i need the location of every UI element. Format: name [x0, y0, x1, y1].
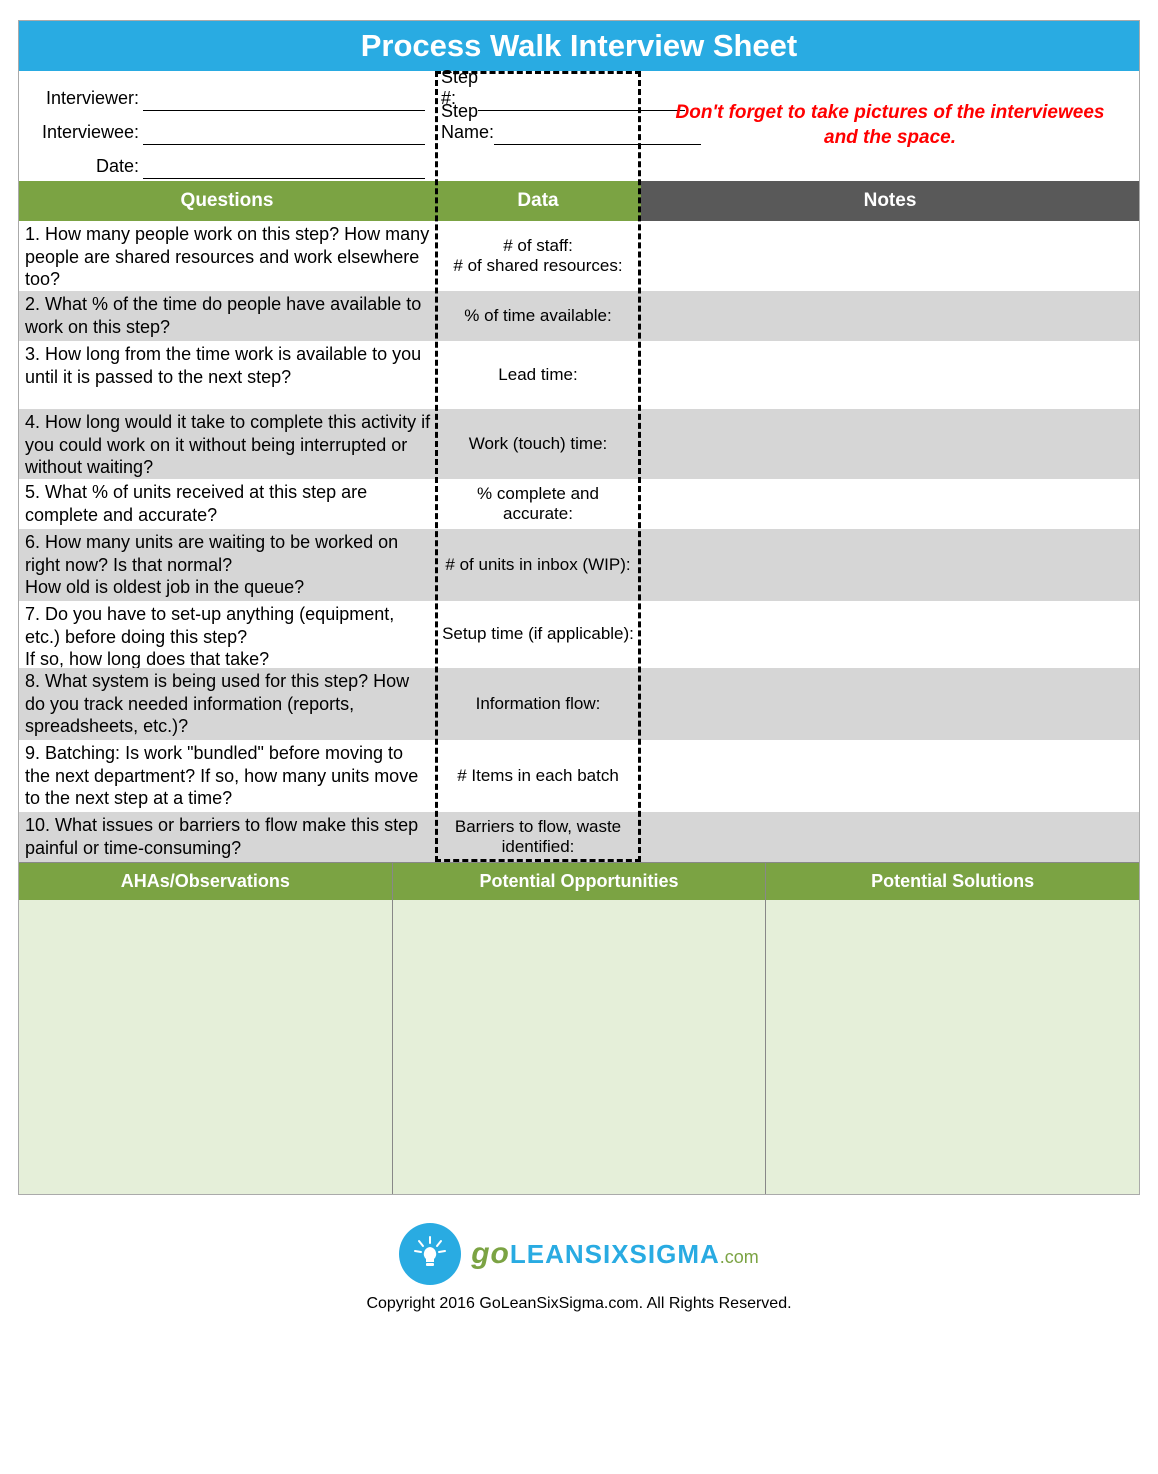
interview-sheet: Process Walk Interview Sheet Interviewer…: [18, 20, 1140, 1195]
notes-cell[interactable]: [641, 740, 1139, 812]
notes-cell[interactable]: [641, 601, 1139, 668]
data-label: # of units in inbox (WIP):: [435, 529, 641, 601]
question-text: 7. Do you have to set-up anything (equip…: [19, 601, 435, 668]
notes-cell[interactable]: [641, 812, 1139, 862]
notes-cell[interactable]: [641, 291, 1139, 341]
interviewee-label: Interviewee:: [19, 122, 143, 145]
step-name-field: Step Name:: [435, 111, 641, 145]
copyright-text: Copyright 2016 GoLeanSixSigma.com. All R…: [18, 1295, 1140, 1313]
logo: goLEANSIXSIGMA.com: [399, 1223, 759, 1285]
notes-cell[interactable]: [641, 668, 1139, 740]
data-label: Barriers to flow, waste identified:: [435, 812, 641, 862]
question-row-1: 1. How many people work on this step? Ho…: [19, 221, 1139, 291]
question-row-3: 3. How long from the time work is availa…: [19, 341, 1139, 409]
interviewer-label: Interviewer:: [19, 88, 143, 111]
question-text: 10. What issues or barriers to flow make…: [19, 812, 435, 862]
ahas-header: AHAs/Observations: [19, 863, 392, 900]
notes-cell[interactable]: [641, 341, 1139, 409]
data-label: % complete and accurate:: [435, 479, 641, 529]
logo-com: .com: [720, 1247, 759, 1267]
opportunities-column: Potential Opportunities: [392, 863, 766, 1194]
data-label: Information flow:: [435, 668, 641, 740]
date-label: Date:: [19, 156, 143, 179]
meta-row: Interviewer: Interviewee: Date: Step #:: [19, 71, 1139, 181]
lightbulb-icon: [399, 1223, 461, 1285]
header-data: Data: [435, 181, 641, 221]
date-field: Date:: [19, 145, 435, 179]
solutions-body[interactable]: [766, 900, 1139, 1194]
observations-panel: AHAs/Observations Potential Opportunitie…: [19, 862, 1139, 1194]
data-label: Setup time (if applicable):: [435, 601, 641, 668]
question-row-4: 4. How long would it take to complete th…: [19, 409, 1139, 479]
header-notes: Notes: [641, 181, 1139, 221]
question-text: 4. How long would it take to complete th…: [19, 409, 435, 479]
content-wrap: Interviewer: Interviewee: Date: Step #:: [19, 71, 1139, 862]
meta-reminder: Don't forget to take pictures of the int…: [641, 71, 1139, 181]
question-text: 5. What % of units received at this step…: [19, 479, 435, 529]
question-text: 9. Batching: Is work "bundled" before mo…: [19, 740, 435, 812]
question-text: 3. How long from the time work is availa…: [19, 341, 435, 409]
ahas-body[interactable]: [19, 900, 392, 1194]
solutions-column: Potential Solutions: [765, 863, 1139, 1194]
question-row-2: 2. What % of the time do people have ava…: [19, 291, 1139, 341]
data-label: % of time available:: [435, 291, 641, 341]
interviewer-input[interactable]: [143, 90, 425, 111]
date-input[interactable]: [143, 158, 425, 179]
page-title: Process Walk Interview Sheet: [19, 21, 1139, 71]
interviewee-field: Interviewee:: [19, 111, 435, 145]
logo-text: goLEANSIXSIGMA.com: [471, 1237, 759, 1271]
question-row-7: 7. Do you have to set-up anything (equip…: [19, 601, 1139, 668]
interviewee-input[interactable]: [143, 124, 425, 145]
question-row-8: 8. What system is being used for this st…: [19, 668, 1139, 740]
opportunities-body[interactable]: [393, 900, 766, 1194]
logo-lean: LEANSIXSIGMA: [510, 1239, 720, 1269]
question-text: 8. What system is being used for this st…: [19, 668, 435, 740]
question-text: 1. How many people work on this step? Ho…: [19, 221, 435, 291]
data-label: Lead time:: [435, 341, 641, 409]
header-questions: Questions: [19, 181, 435, 221]
data-label: # Items in each batch: [435, 740, 641, 812]
interviewer-field: Interviewer:: [19, 77, 435, 111]
notes-cell[interactable]: [641, 479, 1139, 529]
data-label: Work (touch) time:: [435, 409, 641, 479]
logo-go: go: [471, 1237, 510, 1270]
question-row-6: 6. How many units are waiting to be work…: [19, 529, 1139, 601]
question-row-9: 9. Batching: Is work "bundled" before mo…: [19, 740, 1139, 812]
footer: goLEANSIXSIGMA.com Copyright 2016 GoLean…: [18, 1223, 1140, 1313]
notes-cell[interactable]: [641, 529, 1139, 601]
data-label: # of staff:# of shared resources:: [435, 221, 641, 291]
column-headers: Questions Data Notes: [19, 181, 1139, 221]
notes-cell[interactable]: [641, 409, 1139, 479]
ahas-column: AHAs/Observations: [19, 863, 392, 1194]
opportunities-header: Potential Opportunities: [393, 863, 766, 900]
question-text: 2. What % of the time do people have ava…: [19, 291, 435, 341]
notes-cell[interactable]: [641, 221, 1139, 291]
question-row-5: 5. What % of units received at this step…: [19, 479, 1139, 529]
meta-left: Interviewer: Interviewee: Date:: [19, 71, 435, 181]
solutions-header: Potential Solutions: [766, 863, 1139, 900]
reminder-text: Don't forget to take pictures of the int…: [659, 101, 1121, 150]
question-row-10: 10. What issues or barriers to flow make…: [19, 812, 1139, 862]
meta-mid: Step #: Step Name:: [435, 71, 641, 181]
step-name-label: Step Name:: [435, 101, 494, 145]
question-text: 6. How many units are waiting to be work…: [19, 529, 435, 601]
